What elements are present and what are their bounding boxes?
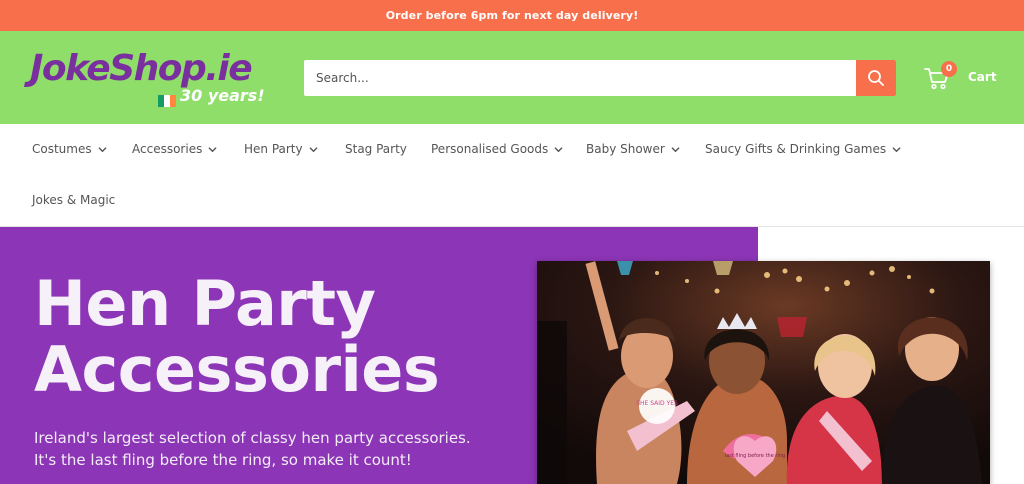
- logo-tagline: 30 years!: [180, 86, 265, 105]
- nav-item-accessories[interactable]: Accessories: [132, 139, 217, 159]
- chevron-down-icon: [309, 146, 317, 152]
- nav-item-label: Costumes: [32, 142, 92, 156]
- site-logo[interactable]: JokeShop.ie 30 years!: [30, 46, 280, 107]
- irish-flag-icon: [158, 95, 176, 107]
- site-header: JokeShop.ie 30 years! 0 Cart: [0, 31, 1024, 124]
- nav-item-personalised-goods[interactable]: Personalised Goods: [431, 139, 563, 159]
- search-input[interactable]: [304, 60, 856, 96]
- main-navigation: Costumes Accessories Hen Party Stag Part…: [0, 124, 1024, 227]
- search-bar: [304, 60, 896, 96]
- nav-item-label: Accessories: [132, 142, 203, 156]
- nav-item-label: Stag Party: [345, 142, 407, 156]
- hero-subtitle-line-1: Ireland's largest selection of classy he…: [34, 429, 471, 447]
- nav-item-saucy-gifts[interactable]: Saucy Gifts & Drinking Games: [705, 139, 901, 159]
- hero-title-line-1: Hen Party: [34, 267, 376, 340]
- nav-item-jokes-magic[interactable]: Jokes & Magic: [32, 190, 115, 210]
- cart-count-badge: 0: [941, 61, 957, 77]
- nav-item-label: Jokes & Magic: [32, 193, 116, 207]
- hero-banner[interactable]: Hen Party Accessories Ireland's largest …: [0, 227, 1024, 484]
- search-icon: [868, 70, 884, 86]
- hen-party-photo: SHE SAID YES last fling before the ring: [537, 261, 990, 484]
- hero-title: Hen Party Accessories: [34, 267, 440, 406]
- nav-item-hen-party[interactable]: Hen Party: [244, 139, 318, 159]
- chevron-down-icon: [671, 146, 680, 152]
- nav-item-label: Baby Shower: [586, 142, 665, 156]
- hero-photo: SHE SAID YES last fling before the ring: [537, 261, 990, 484]
- hero-subtitle: Ireland's largest selection of classy he…: [34, 427, 514, 471]
- hero-title-line-2: Accessories: [34, 333, 440, 406]
- nav-item-label: Personalised Goods: [431, 142, 549, 156]
- announcement-bar: Order before 6pm for next day delivery!: [0, 0, 1024, 31]
- chevron-down-icon: [892, 146, 901, 152]
- nav-item-baby-shower[interactable]: Baby Shower: [586, 139, 680, 159]
- cart-label: Cart: [968, 70, 997, 84]
- chevron-down-icon: [208, 146, 217, 152]
- hero-subtitle-line-2: It's the last fling before the ring, so …: [34, 451, 412, 469]
- search-button[interactable]: [856, 60, 896, 96]
- nav-item-label: Hen Party: [244, 142, 303, 156]
- chevron-down-icon: [554, 146, 563, 152]
- nav-item-stag-party[interactable]: Stag Party: [345, 139, 407, 159]
- nav-item-label: Saucy Gifts & Drinking Games: [705, 142, 887, 156]
- prop-sign-text-1: SHE SAID YES: [636, 400, 678, 407]
- nav-item-costumes[interactable]: Costumes: [32, 139, 107, 159]
- chevron-down-icon: [98, 146, 106, 152]
- prop-sign-text-2: last fling before the ring: [725, 453, 785, 459]
- cart-link[interactable]: 0 Cart: [924, 61, 1004, 95]
